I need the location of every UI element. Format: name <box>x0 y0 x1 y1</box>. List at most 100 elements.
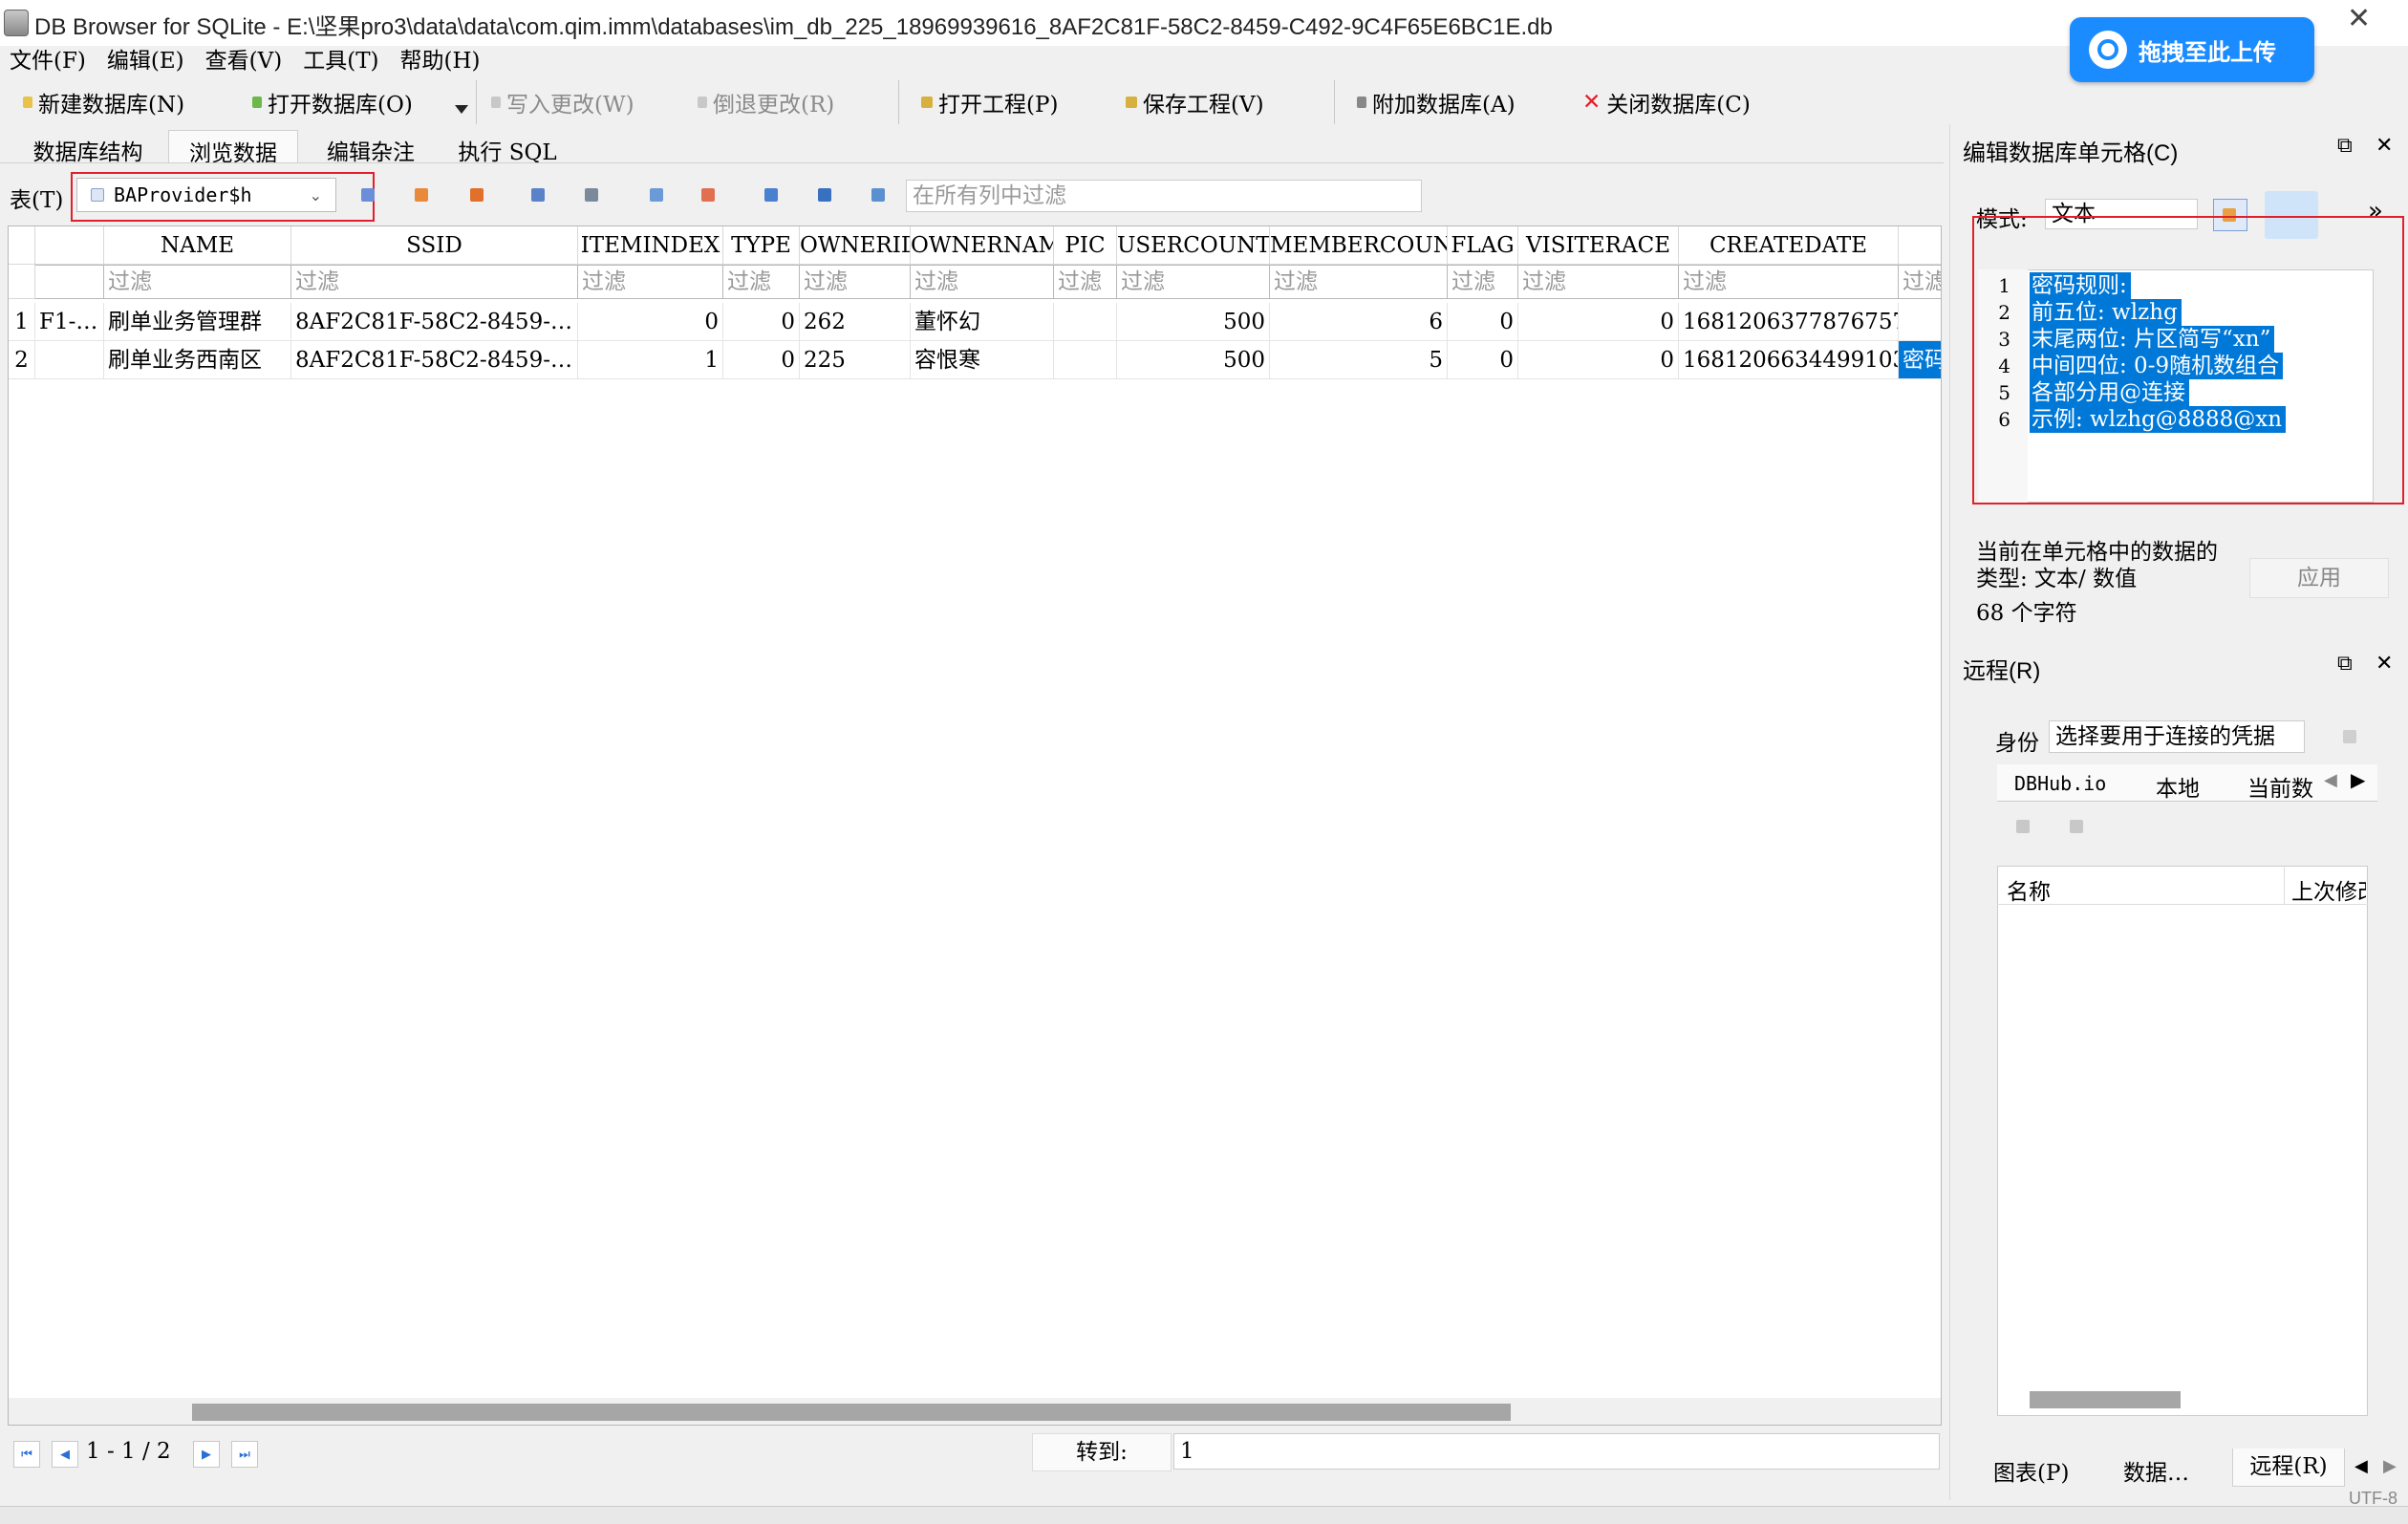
open-project-button[interactable]: 打开工程(P) <box>921 86 1058 118</box>
column-filter-input[interactable]: 过滤 <box>104 265 291 299</box>
table-cell[interactable]: 刷单业务管理群 <box>104 303 291 341</box>
table-cell[interactable]: 262 <box>800 303 911 341</box>
column-header[interactable]: FLAG <box>1448 226 1518 265</box>
close-dock-button[interactable]: ✕ <box>2376 134 2393 158</box>
column-header[interactable]: USERCOUNT <box>1117 226 1270 265</box>
refresh-icon[interactable] <box>361 188 375 202</box>
clear-sort-icon[interactable] <box>470 188 484 202</box>
identity-select[interactable]: 选择要用于连接的凭据 <box>2049 720 2305 753</box>
identity-settings-icon[interactable] <box>2343 730 2356 743</box>
close-database-button[interactable]: ✕ 关闭数据库(C) <box>1582 86 1751 118</box>
column-filter-input[interactable]: 过滤 <box>800 265 911 299</box>
table-cell[interactable]: 0 <box>1518 341 1679 379</box>
column-modified-header[interactable]: 上次修改 <box>2291 873 2366 906</box>
table-cell[interactable]: 500 <box>1117 341 1270 379</box>
tab-remote[interactable]: 远程(R) <box>2232 1449 2345 1487</box>
table-cell[interactable]: 0 <box>1518 303 1679 341</box>
tab-edit-pragmas[interactable]: 编辑杂注 <box>312 130 430 165</box>
write-changes-button[interactable]: 写入更改(W) <box>491 86 634 118</box>
column-filter-input[interactable]: 过滤 <box>578 265 723 299</box>
table-cell[interactable]: 1681206377876757 <box>1679 303 1899 341</box>
first-page-button[interactable]: ⏮ <box>13 1441 40 1468</box>
column-filter-input[interactable]: 过滤 <box>1270 265 1448 299</box>
column-header[interactable]: MEMBERCOUNT <box>1270 226 1448 265</box>
tab-dbhub[interactable]: DBHub.io <box>2014 772 2106 795</box>
table-cell[interactable]: 0 <box>1448 303 1518 341</box>
column-filter-input[interactable]: 过滤 <box>1518 265 1679 299</box>
table-row[interactable]: 2 刷单业务西南区 8AF2C81F-58C2-8459-… 1 0 225 容恨寒 500 5… <box>9 341 1941 379</box>
table-cell[interactable]: F1-… <box>35 303 104 341</box>
save-project-button[interactable]: 保存工程(V) <box>1126 86 1264 118</box>
tab-data-schema[interactable]: 数据… <box>2123 1454 2189 1487</box>
table-cell[interactable] <box>1054 303 1117 341</box>
table-cell[interactable] <box>1054 341 1117 379</box>
tab-execute-sql[interactable]: 执行 SQL <box>443 130 571 165</box>
save-view-icon[interactable] <box>531 188 545 202</box>
column-header[interactable]: PIC <box>1054 226 1117 265</box>
column-header[interactable]: OWNERNAME <box>911 226 1054 265</box>
table-cell[interactable]: 8AF2C81F-58C2-8459-… <box>291 341 578 379</box>
table-cell[interactable]: 0 <box>578 303 723 341</box>
tab-scroll-right-icon[interactable]: ▶ <box>2351 768 2372 793</box>
refresh-remote-icon[interactable] <box>2016 820 2030 833</box>
column-filter-input[interactable]: 过滤 <box>723 265 800 299</box>
tab-current[interactable]: 当前数 <box>2247 770 2313 803</box>
table-row[interactable]: 1 F1-… 刷单业务管理群 8AF2C81F-58C2-8459-… 0 0 262 董怀幻… <box>9 303 1941 341</box>
table-cell[interactable]: 0 <box>1448 341 1518 379</box>
row-number[interactable]: 1 <box>9 303 35 341</box>
tab-browse-data[interactable]: 浏览数据 <box>168 130 298 166</box>
float-dock-button[interactable]: ⧉ <box>2337 134 2353 158</box>
column-header[interactable]: TYPE <box>723 226 800 265</box>
window-close-button[interactable]: ✕ <box>2347 2 2371 35</box>
table-cell[interactable] <box>1899 303 1941 341</box>
table-cell[interactable]: 董怀幻 <box>911 303 1054 341</box>
menu-help[interactable]: 帮助(H) <box>400 40 481 74</box>
table-cell[interactable]: 6 <box>1270 303 1448 341</box>
new-database-button[interactable]: 新建数据库(N) <box>23 86 184 118</box>
column-header[interactable]: NAME <box>104 226 291 265</box>
global-filter-input[interactable]: 在所有列中过滤 <box>906 180 1422 212</box>
table-cell[interactable]: 0 <box>723 303 800 341</box>
table-cell[interactable]: 1681206634499103 <box>1679 341 1899 379</box>
remote-file-list[interactable] <box>1997 866 2368 1416</box>
insert-record-icon[interactable] <box>650 188 663 202</box>
tab-local[interactable]: 本地 <box>2156 770 2200 803</box>
column-filter-input[interactable]: 过滤 <box>911 265 1054 299</box>
copy-icon[interactable] <box>871 188 885 202</box>
menu-edit[interactable]: 编辑(E) <box>107 40 184 74</box>
attach-database-button[interactable]: 附加数据库(A) <box>1357 86 1516 118</box>
tab-plot[interactable]: 图表(P) <box>1993 1454 2069 1487</box>
menu-view[interactable]: 查看(V) <box>205 40 283 74</box>
column-header[interactable] <box>35 226 104 265</box>
bottom-tab-scroll-right-icon[interactable]: ▶ <box>2383 1456 2397 1476</box>
table-cell[interactable] <box>35 341 104 379</box>
table-cell[interactable]: 5 <box>1270 341 1448 379</box>
column-header[interactable]: CREATEDATE <box>1679 226 1899 265</box>
table-cell[interactable]: 8AF2C81F-58C2-8459-… <box>291 303 578 341</box>
table-cell[interactable]: 500 <box>1117 303 1270 341</box>
clone-remote-icon[interactable] <box>2070 820 2083 833</box>
float-dock-button[interactable]: ⧉ <box>2337 652 2353 676</box>
clear-filters-icon[interactable] <box>415 188 428 202</box>
last-page-button[interactable]: ⏭ <box>231 1441 258 1468</box>
remote-scrollbar-thumb[interactable] <box>2030 1391 2181 1408</box>
column-filter-input[interactable]: 过滤 <box>1899 265 1941 299</box>
upload-button[interactable]: 拖拽至此上传 <box>2070 17 2314 82</box>
column-filter-input[interactable]: 过滤 <box>1448 265 1518 299</box>
column-header[interactable]: SSID <box>291 226 578 265</box>
column-filter-input[interactable] <box>35 265 104 299</box>
close-dock-button[interactable]: ✕ <box>2376 652 2393 676</box>
column-header[interactable] <box>1899 226 1941 265</box>
table-cell[interactable]: 0 <box>723 341 800 379</box>
menu-file[interactable]: 文件(F) <box>10 40 86 74</box>
find-icon[interactable] <box>764 188 778 202</box>
row-number[interactable]: 2 <box>9 341 35 379</box>
prev-page-button[interactable]: ◀ <box>52 1441 78 1468</box>
bottom-tab-scroll-left-icon[interactable]: ◀ <box>2354 1456 2368 1476</box>
goto-input[interactable]: 1 <box>1173 1433 1940 1470</box>
column-filter-input[interactable]: 过滤 <box>1117 265 1270 299</box>
dock-splitter[interactable] <box>1949 124 1950 1500</box>
column-header[interactable]: OWNERID <box>800 226 911 265</box>
tab-database-structure[interactable]: 数据库结构 <box>21 130 155 165</box>
revert-changes-button[interactable]: 倒退更改(R) <box>698 86 834 118</box>
